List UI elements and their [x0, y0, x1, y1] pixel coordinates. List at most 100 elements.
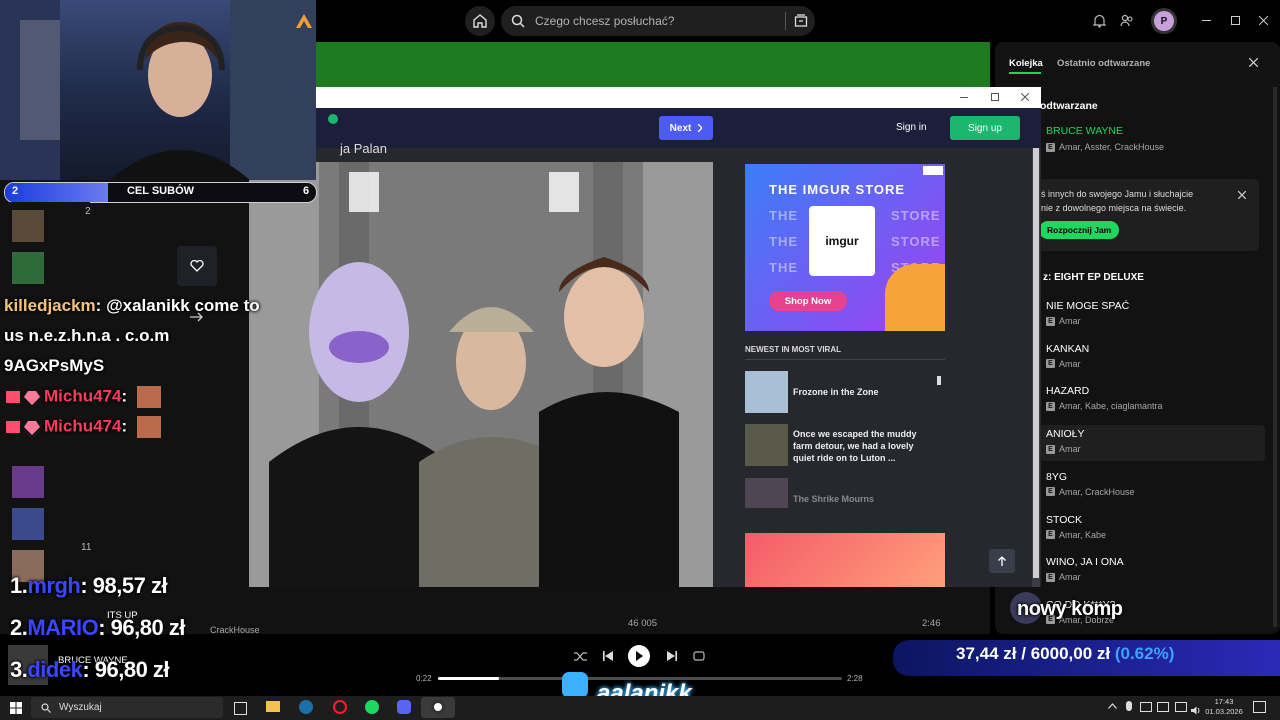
- queue-item[interactable]: NIE MOGE SPAĆ E Amar: [1040, 297, 1265, 333]
- queue-item-artists: E Amar: [1046, 444, 1081, 454]
- monitor-icon[interactable]: [1157, 702, 1169, 712]
- queue-item[interactable]: WINO, JA I ONA E Amar: [1040, 553, 1265, 589]
- queue-item-artists-text[interactable]: Amar, Kabe: [1059, 530, 1106, 540]
- now-playing-artists-text[interactable]: Amar, Asster, CrackHouse: [1059, 142, 1164, 152]
- browser-scrollbar[interactable]: [1032, 148, 1040, 587]
- queue-scrollbar[interactable]: [1273, 87, 1277, 627]
- chat-message-cont: us n.e.z.h.n.a . c.o.m: [4, 326, 170, 345]
- post-title-3[interactable]: The Shrike Mourns: [793, 494, 874, 504]
- taskbar-search[interactable]: Wyszukaj: [31, 697, 223, 718]
- library-item-thumb[interactable]: [12, 508, 44, 540]
- back-to-top-button[interactable]: [989, 549, 1015, 573]
- browse-icon[interactable]: [794, 14, 808, 28]
- steam-icon[interactable]: [299, 700, 313, 714]
- obs-icon: [431, 700, 445, 714]
- ad-title: THE IMGUR STORE: [769, 182, 906, 197]
- previous-icon[interactable]: [603, 651, 613, 661]
- tab-queue[interactable]: Kolejka: [1009, 58, 1043, 69]
- queue-item[interactable]: ANIOŁY E Amar: [1040, 425, 1265, 462]
- queue-item-artists-text[interactable]: Amar, Kabe, ciaglamantra: [1059, 401, 1163, 411]
- close-queue-icon[interactable]: [1249, 58, 1258, 67]
- queue-item-artists-text[interactable]: Amar, CrackHouse: [1059, 487, 1135, 497]
- task-view-icon[interactable]: [234, 702, 247, 715]
- chevron-up-icon[interactable]: [1108, 703, 1117, 709]
- queue-item[interactable]: 8YG E Amar, CrackHouse: [1040, 468, 1265, 504]
- browser-minimize-icon[interactable]: [960, 97, 968, 98]
- search-bar[interactable]: [501, 6, 815, 36]
- queue-item[interactable]: STOCK E Amar, Kabe: [1040, 511, 1265, 547]
- chat-message: killedjackm: @xalanikk come to: [4, 296, 260, 315]
- chevron-right-icon: [697, 124, 703, 132]
- start-jam-button[interactable]: Rozpocznij Jam: [1039, 221, 1120, 239]
- spotify-taskbar-icon[interactable]: [365, 700, 379, 714]
- search-input[interactable]: [533, 13, 767, 29]
- donor-rank: 3.: [10, 657, 28, 682]
- sign-in-link[interactable]: Sign in: [896, 122, 927, 133]
- queue-item-title: WINO, JA I ONA: [1046, 556, 1124, 569]
- play-button[interactable]: [628, 645, 650, 667]
- heart-icon: [190, 260, 204, 272]
- top-donor-1: 1.mrgh: 98,57 zł: [10, 573, 168, 599]
- minimize-icon[interactable]: [1202, 20, 1211, 22]
- browser-titlebar: [316, 87, 1041, 108]
- webcam-overlay: [0, 0, 316, 180]
- close-icon[interactable]: [1259, 16, 1268, 25]
- browser-maximize-icon[interactable]: [991, 93, 999, 101]
- network-icon[interactable]: [1175, 702, 1187, 712]
- ad-repeat-store-1: STORE: [891, 208, 941, 223]
- maximize-icon[interactable]: [1231, 16, 1240, 25]
- queue-item-artists-text[interactable]: Amar: [1059, 316, 1081, 326]
- favorite-button[interactable]: [177, 246, 217, 286]
- queue-item[interactable]: KANKAN E Amar: [1040, 340, 1265, 376]
- library-item-thumb[interactable]: [12, 210, 44, 242]
- home-button[interactable]: [465, 6, 495, 36]
- ad-decoration: [885, 264, 945, 331]
- queue-item-artists-text[interactable]: Amar: [1059, 444, 1081, 454]
- post-thumbnail[interactable]: [745, 424, 788, 466]
- tab-recently-played[interactable]: Ostatnio odtwarzane: [1057, 58, 1150, 69]
- file-explorer-icon[interactable]: [266, 701, 280, 712]
- tab-queue-underline: [1009, 72, 1041, 74]
- microphone-icon[interactable]: [1126, 701, 1132, 711]
- ad-imgur-store[interactable]: THE IMGUR STORE THE THE THE STORE STORE …: [745, 164, 945, 331]
- discord-icon[interactable]: [397, 700, 411, 714]
- ad-repeat-3: THE: [769, 260, 798, 275]
- volume-icon[interactable]: [1191, 702, 1201, 715]
- ad-choices-icon[interactable]: [923, 166, 943, 175]
- repeat-icon[interactable]: [693, 651, 705, 661]
- next-icon[interactable]: [667, 651, 677, 661]
- post-title-1[interactable]: Frozone in the Zone: [793, 387, 879, 397]
- donor-rank: 2.: [10, 615, 28, 640]
- opera-icon[interactable]: [333, 700, 347, 714]
- friends-activity-icon[interactable]: [1120, 14, 1134, 28]
- notifications-icon[interactable]: [1253, 701, 1266, 713]
- queue-item-artists: E Amar: [1046, 316, 1081, 326]
- shop-now-button[interactable]: Shop Now: [769, 291, 847, 311]
- queue-item-artists: E Amar: [1046, 359, 1081, 369]
- display-icon[interactable]: [1140, 702, 1152, 712]
- post-title-2[interactable]: Once we escaped the muddy farm detour, w…: [793, 428, 933, 464]
- windows-start-icon[interactable]: [10, 702, 22, 714]
- new-pc-label: nowy komp: [1017, 598, 1123, 620]
- bell-icon[interactable]: [1093, 14, 1106, 28]
- library-item-thumb[interactable]: [12, 252, 44, 284]
- jam-close-icon[interactable]: [1238, 191, 1246, 199]
- post-thumbnail[interactable]: [745, 478, 788, 508]
- next-post-button[interactable]: Next: [659, 116, 713, 140]
- profile-button[interactable]: P: [1151, 8, 1177, 34]
- now-playing-title[interactable]: BRUCE WAYNE: [1046, 125, 1123, 137]
- queue-item[interactable]: HAZARD E Amar, Kabe, ciaglamantra: [1040, 382, 1265, 418]
- post-title: ja Palan: [340, 141, 387, 156]
- browser-close-icon[interactable]: [1021, 93, 1029, 101]
- shuffle-icon[interactable]: [574, 651, 587, 662]
- ad-banner-2[interactable]: [745, 533, 945, 587]
- search-icon: [511, 14, 525, 28]
- taskbar-clock[interactable]: 17:43 01.03.2026: [1204, 697, 1244, 717]
- browser-scroll-thumb[interactable]: [1033, 148, 1039, 578]
- queue-item-artists-text[interactable]: Amar: [1059, 359, 1081, 369]
- post-thumbnail[interactable]: [745, 371, 788, 413]
- sign-up-button[interactable]: Sign up: [950, 116, 1020, 140]
- library-item-thumb[interactable]: [12, 466, 44, 498]
- queue-item-artists-text[interactable]: Amar: [1059, 572, 1081, 582]
- imgur-logo-icon[interactable]: [328, 114, 338, 124]
